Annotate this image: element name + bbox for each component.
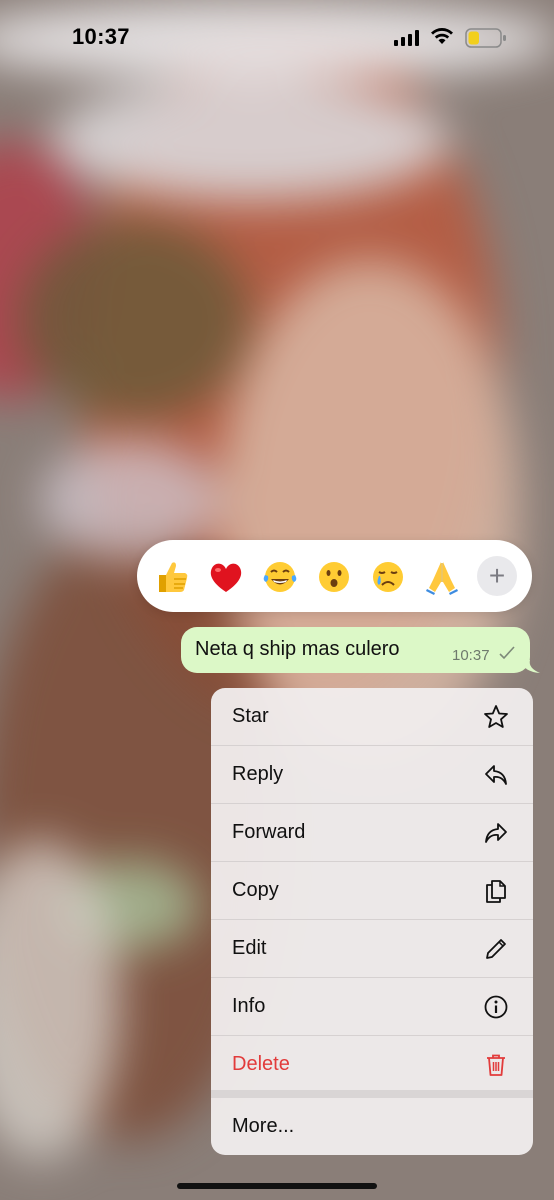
- menu-item-label: Info: [232, 995, 266, 1017]
- pencil-icon: [486, 939, 506, 959]
- menu-item-label: Edit: [232, 937, 267, 959]
- home-indicator[interactable]: [177, 1183, 377, 1189]
- trash-icon: [487, 1054, 505, 1076]
- menu-item-label: Delete: [232, 1053, 290, 1075]
- menu-item-label: Forward: [232, 821, 306, 843]
- surprised-face-emoji-icon[interactable]: [315, 558, 353, 596]
- message-text: Neta q ship mas culero: [195, 638, 400, 660]
- info-icon: [484, 995, 508, 1019]
- tears-of-joy-emoji-icon[interactable]: [261, 558, 299, 596]
- sent-check-icon: [499, 646, 515, 660]
- status-bar: 10:37: [0, 0, 554, 76]
- message-bubble[interactable]: Neta q ship mas culero 10:37: [181, 627, 530, 673]
- menu-item-delete[interactable]: Delete: [211, 1036, 533, 1093]
- menu-item-star[interactable]: Star: [211, 688, 533, 745]
- forward-icon: [485, 823, 507, 843]
- menu-item-label: More...: [232, 1115, 295, 1137]
- more-reactions-button[interactable]: +: [477, 556, 517, 596]
- reaction-bar: +: [137, 540, 532, 612]
- thumbs-up-emoji-icon[interactable]: [153, 558, 191, 596]
- status-time: 10:37: [72, 24, 130, 49]
- reply-icon: [485, 765, 507, 785]
- wifi-icon: [431, 28, 453, 44]
- folded-hands-emoji-icon[interactable]: [423, 558, 461, 596]
- message-context-menu: Star Reply Forward Copy Edit Info Delete…: [211, 688, 533, 1155]
- cellular-signal-icon: [394, 30, 419, 46]
- message-time: 10:37: [452, 647, 490, 664]
- menu-item-edit[interactable]: Edit: [211, 920, 533, 977]
- copy-icon: [486, 880, 506, 903]
- menu-item-label: Reply: [232, 763, 284, 785]
- menu-item-reply[interactable]: Reply: [211, 746, 533, 803]
- battery-icon: [465, 28, 506, 48]
- menu-item-info[interactable]: Info: [211, 978, 533, 1035]
- menu-item-copy[interactable]: Copy: [211, 862, 533, 919]
- menu-item-label: Copy: [232, 879, 279, 901]
- menu-item-label: Star: [232, 705, 269, 727]
- menu-item-forward[interactable]: Forward: [211, 804, 533, 861]
- crying-face-emoji-icon[interactable]: [369, 558, 407, 596]
- menu-item-more[interactable]: More...: [211, 1098, 533, 1155]
- star-icon: [484, 705, 508, 728]
- red-heart-emoji-icon[interactable]: [207, 558, 245, 596]
